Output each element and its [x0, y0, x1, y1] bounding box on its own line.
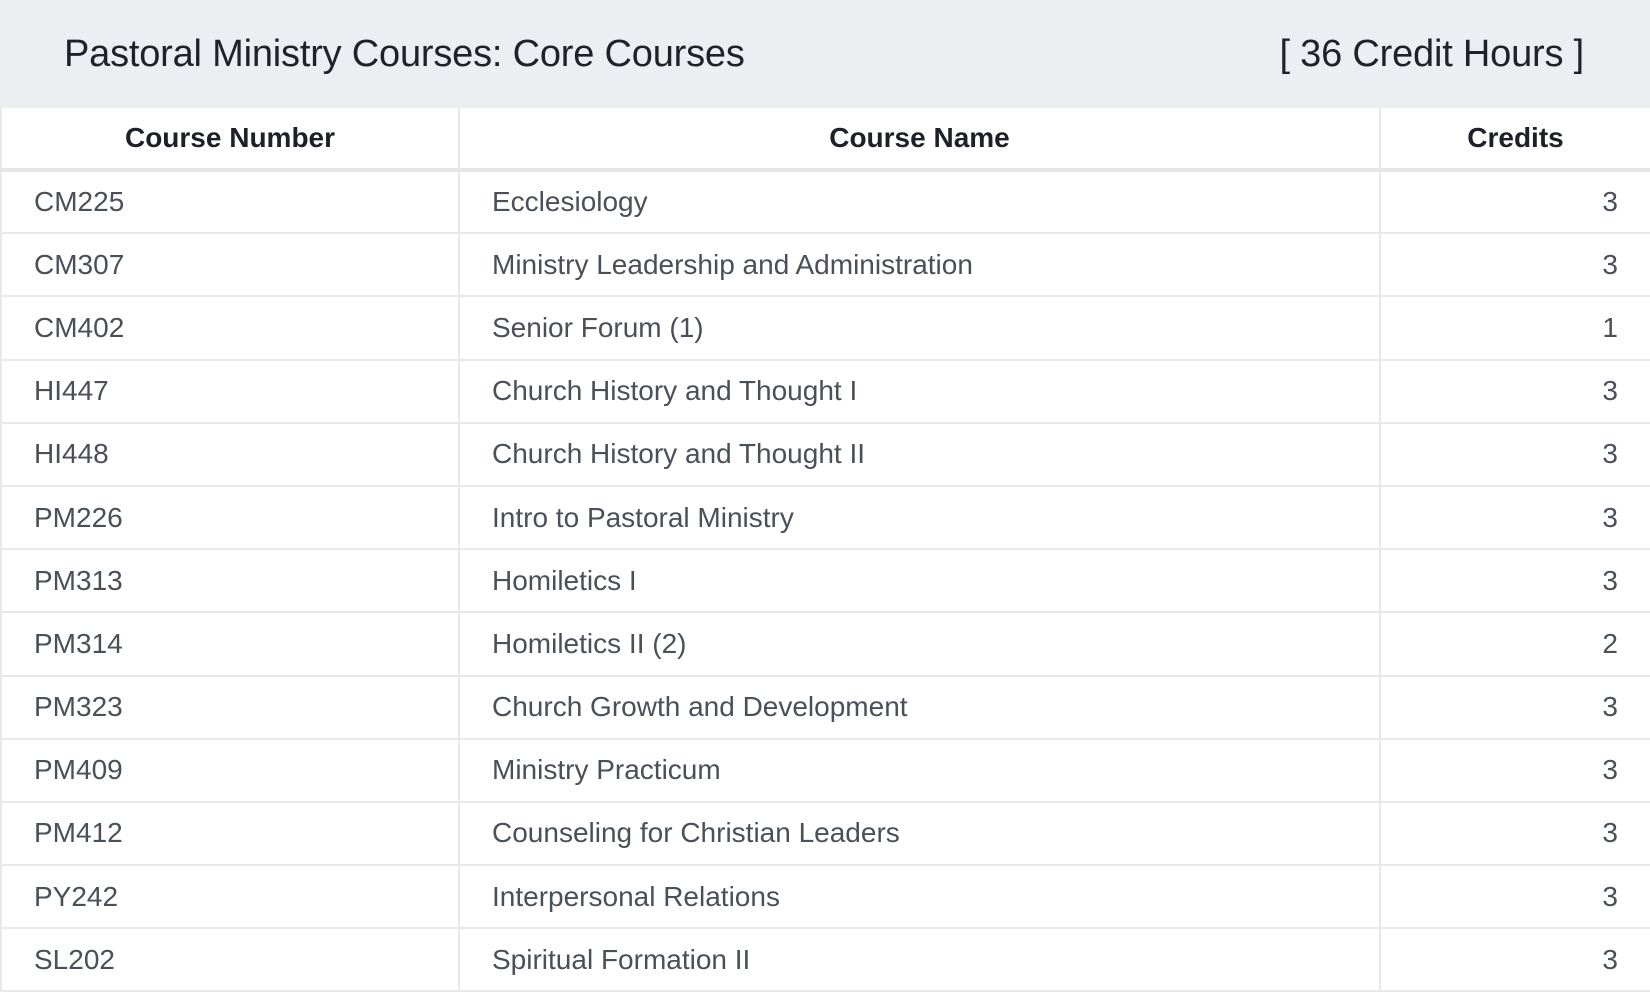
table-row: PM409 Ministry Practicum 3: [0, 738, 1650, 803]
table-row: HI447 Church History and Thought I 3: [0, 359, 1650, 424]
column-header-credits: Credits: [1379, 108, 1650, 172]
course-number: CM225: [0, 170, 460, 235]
course-name: Ministry Leadership and Administration: [458, 233, 1381, 298]
course-number: CM307: [0, 233, 460, 298]
course-name: Church History and Thought I: [458, 359, 1381, 424]
course-credits: 3: [1379, 865, 1650, 930]
course-credits: 3: [1379, 675, 1650, 740]
panel-header: Pastoral Ministry Courses: Core Courses …: [0, 0, 1650, 108]
table-row: PM412 Counseling for Christian Leaders 3: [0, 801, 1650, 867]
course-credits: 2: [1379, 612, 1650, 677]
table-row: PM226 Intro to Pastoral Ministry 3: [0, 485, 1650, 551]
course-credits: 3: [1379, 170, 1650, 235]
table-row: SL202 Spiritual Formation II 3: [0, 928, 1650, 993]
course-number: HI448: [0, 422, 460, 487]
course-number: SL202: [0, 928, 460, 993]
table-row: HI448 Church History and Thought II 3: [0, 422, 1650, 487]
course-credits: 3: [1379, 928, 1650, 993]
table-row: CM307 Ministry Leadership and Administra…: [0, 233, 1650, 298]
course-name: Interpersonal Relations: [458, 865, 1381, 930]
course-name: Ministry Practicum: [458, 738, 1381, 803]
panel-title: Pastoral Ministry Courses: Core Courses: [64, 32, 745, 75]
course-number: PM313: [0, 549, 460, 614]
course-number: CM402: [0, 296, 460, 361]
course-number: PM323: [0, 675, 460, 740]
course-number: PM226: [0, 485, 460, 551]
table-header-row: Course Number Course Name Credits: [0, 108, 1650, 172]
course-name: Intro to Pastoral Ministry: [458, 485, 1381, 551]
table-row: CM402 Senior Forum (1) 1: [0, 296, 1650, 361]
course-name: Senior Forum (1): [458, 296, 1381, 361]
course-credits: 3: [1379, 801, 1650, 867]
course-credits: 3: [1379, 738, 1650, 803]
course-name: Homiletics I: [458, 549, 1381, 614]
course-name: Ecclesiology: [458, 170, 1381, 235]
course-number: PM409: [0, 738, 460, 803]
course-name: Church History and Thought II: [458, 422, 1381, 487]
course-credits: 3: [1379, 422, 1650, 487]
course-credits: 1: [1379, 296, 1650, 361]
course-name: Homiletics II (2): [458, 612, 1381, 677]
course-name: Counseling for Christian Leaders: [458, 801, 1381, 867]
column-header-course-name: Course Name: [458, 108, 1381, 172]
course-credits: 3: [1379, 359, 1650, 424]
column-header-course-number: Course Number: [0, 108, 460, 172]
course-number: HI447: [0, 359, 460, 424]
course-number: PM314: [0, 612, 460, 677]
table-row: PM323 Church Growth and Development 3: [0, 675, 1650, 740]
table-row: PM313 Homiletics I 3: [0, 549, 1650, 614]
courses-table: Course Number Course Name Credits CM225 …: [0, 108, 1650, 993]
table-row: CM225 Ecclesiology 3: [0, 170, 1650, 235]
table-row: PM314 Homiletics II (2) 2: [0, 612, 1650, 677]
course-number: PY242: [0, 865, 460, 930]
course-credits: 3: [1379, 485, 1650, 551]
course-credits: 3: [1379, 233, 1650, 298]
course-name: Spiritual Formation II: [458, 928, 1381, 993]
course-panel: Pastoral Ministry Courses: Core Courses …: [0, 0, 1650, 996]
credit-hours-badge: [ 36 Credit Hours ]: [1279, 32, 1584, 75]
course-name: Church Growth and Development: [458, 675, 1381, 740]
course-number: PM412: [0, 801, 460, 867]
table-row: PY242 Interpersonal Relations 3: [0, 865, 1650, 930]
course-credits: 3: [1379, 549, 1650, 614]
